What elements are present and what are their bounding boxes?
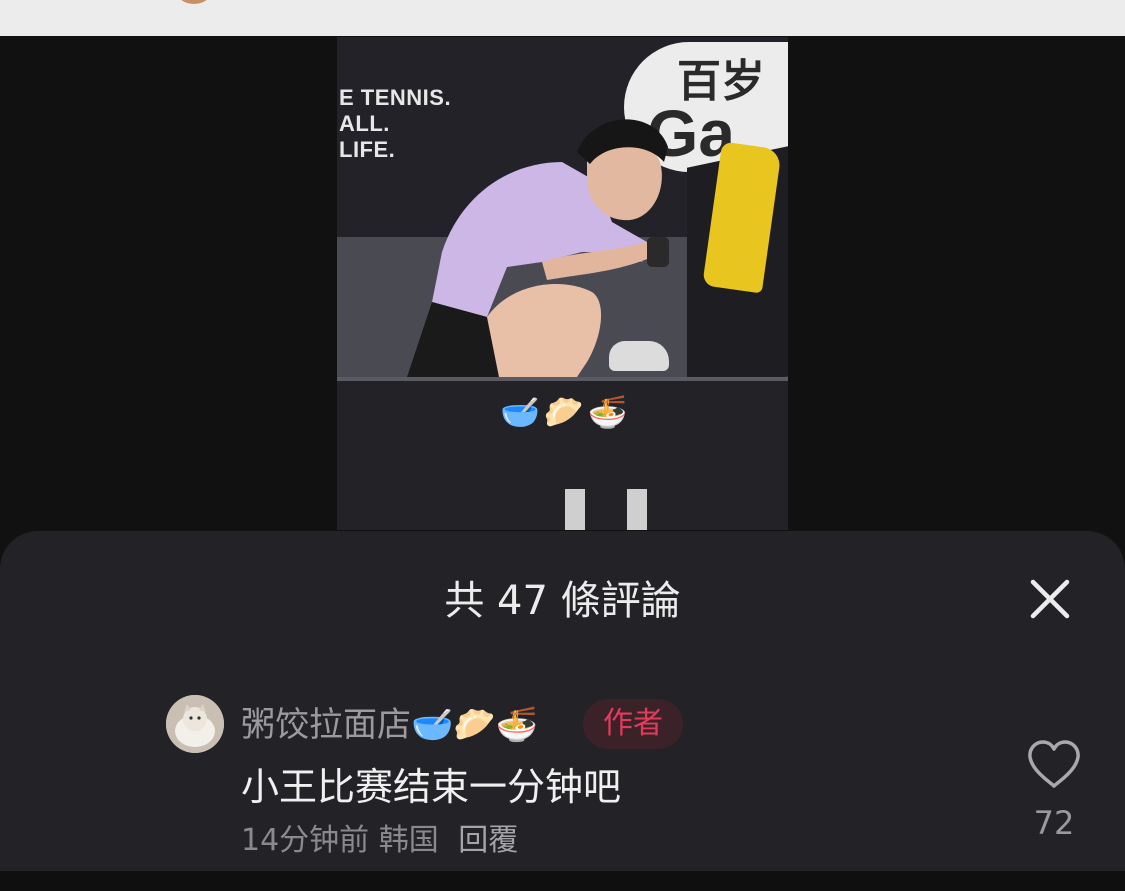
emoji-caption: 🥣🥟🍜 (500, 393, 632, 431)
comment-time: 14分钟前 (241, 823, 370, 858)
cat-avatar-icon (166, 695, 224, 753)
crouching-player-figure (402, 119, 669, 392)
court-marking (627, 489, 647, 530)
post-photo[interactable]: E TENNIS. ALL. LIFE. 百岁 Ga (337, 37, 788, 530)
like-button[interactable] (1026, 739, 1082, 791)
comment-item: 粥饺拉面店🥣🥟🍜 作者 小王比赛结束一分钟吧 14分钟前 韩国 回覆 72 (0, 691, 1125, 891)
comment-text: 小王比赛结束一分钟吧 (241, 765, 622, 809)
reply-button[interactable]: 回覆 (458, 823, 518, 858)
close-button[interactable] (1024, 573, 1076, 625)
close-icon (1030, 579, 1070, 619)
heart-outline-icon (1028, 740, 1080, 788)
commenter-username[interactable]: 粥饺拉面店🥣🥟🍜 (241, 703, 538, 747)
comments-count-title: 共 47 條評論 (444, 578, 681, 624)
court-marking (565, 489, 585, 530)
comment-location: 韩国 (378, 823, 439, 858)
author-badge: 作者 (583, 699, 683, 749)
comment-meta: 14分钟前 韩国 回覆 (241, 819, 518, 863)
top-avatar[interactable] (172, 0, 216, 4)
comments-sheet: 共 47 條評論 粥饺拉面店🥣🥟🍜 作者 小王比赛结束一分钟吧 14分钟前 韩国… (0, 531, 1125, 871)
like-count: 72 (1033, 804, 1075, 842)
top-bar (0, 0, 1125, 36)
commenter-avatar[interactable] (166, 695, 224, 753)
